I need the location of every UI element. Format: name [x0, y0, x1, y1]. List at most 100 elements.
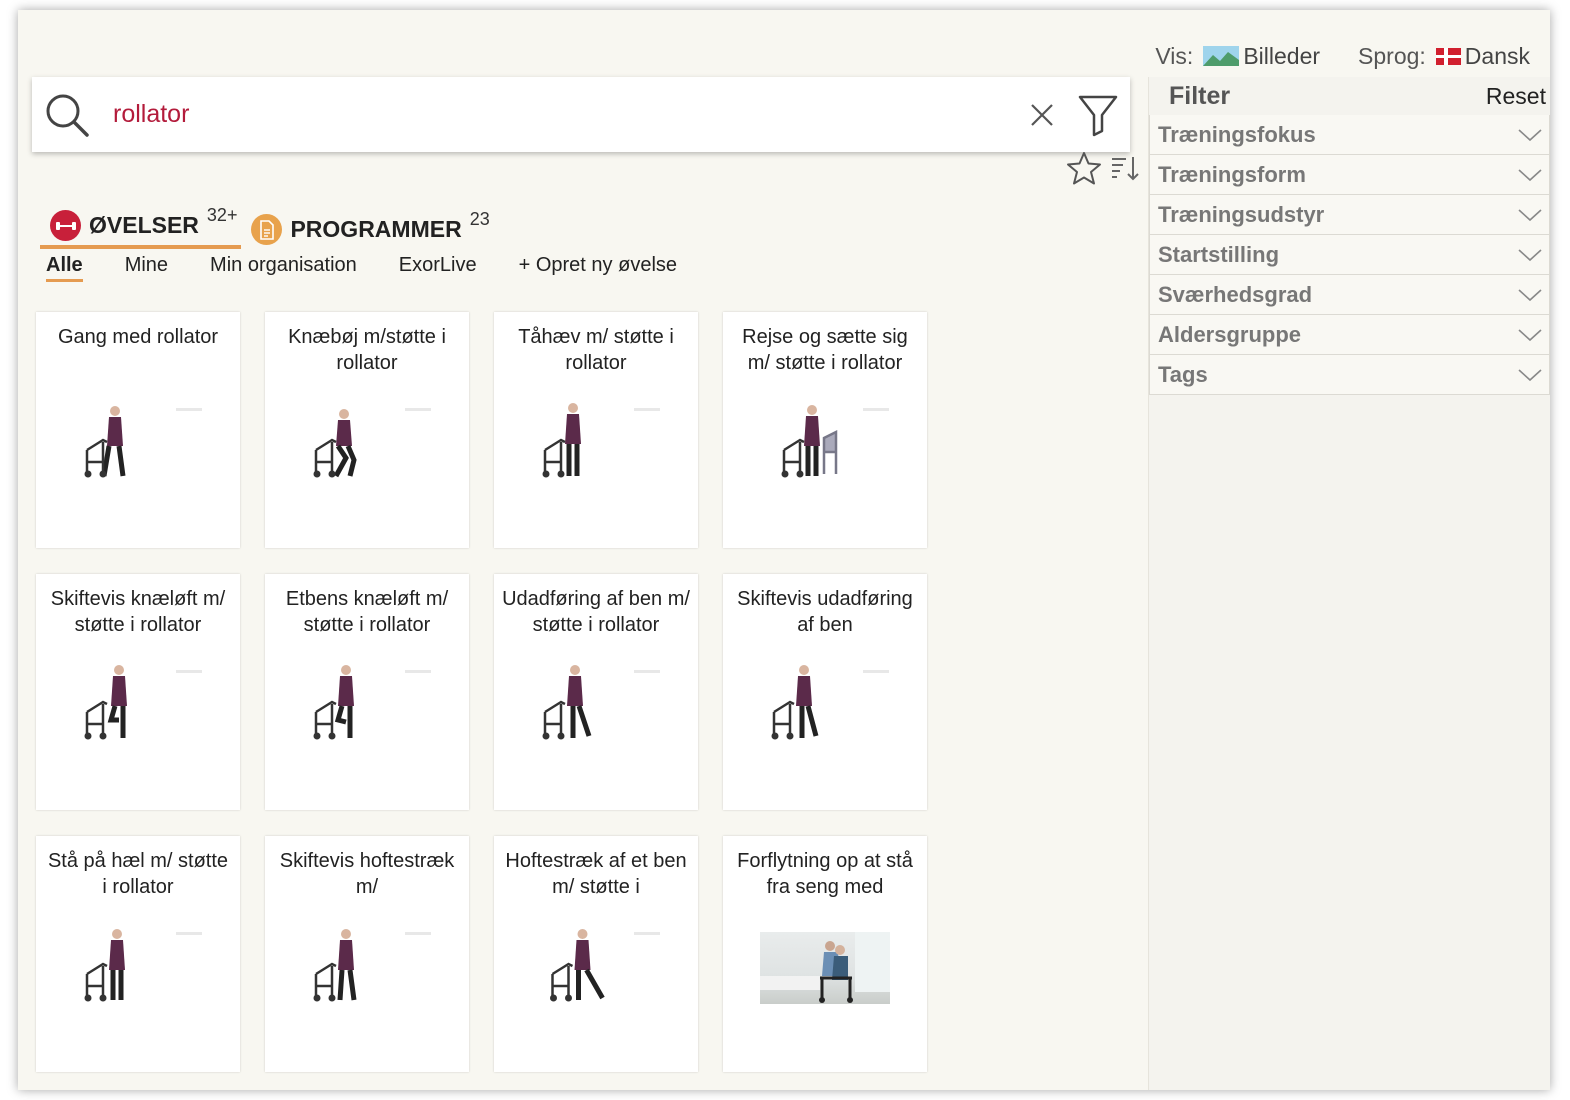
language-selector[interactable]: Sprog: Dansk: [1358, 43, 1530, 70]
filter-start-position[interactable]: Startstilling: [1149, 235, 1550, 275]
exercise-card[interactable]: Knæbøj m/støtte i rollator: [265, 312, 469, 548]
watermark: [863, 408, 889, 411]
filter-header: Filter Reset: [1149, 77, 1550, 115]
filter-label: Træningsform: [1158, 161, 1306, 187]
chevron-down-icon: [1518, 288, 1542, 301]
exercise-title: Forflytning op at stå fra seng med: [737, 850, 913, 898]
search-bar: rollator: [32, 77, 1130, 152]
filter-label: Startstilling: [1158, 241, 1280, 267]
watermark: [405, 932, 431, 935]
exercise-title: Hoftestræk af et ben m/ støtte i: [505, 850, 687, 898]
search-input[interactable]: rollator: [113, 100, 1028, 129]
chevron-down-icon: [1518, 248, 1542, 261]
exercise-card[interactable]: Forflytning op at stå fra seng med: [723, 836, 927, 1072]
exercise-card[interactable]: Gang med rollator: [36, 312, 240, 548]
category-tabs: ØVELSER 32+ PROGRAMMER 23: [40, 205, 494, 249]
watermark: [176, 932, 202, 935]
exercise-card[interactable]: Tåhæv m/ støtte i rollator: [494, 312, 698, 548]
exercise-illustration: [84, 665, 127, 740]
exercise-card[interactable]: Udadføring af ben m/ støtte i rollator: [494, 574, 698, 810]
exercise-title: Etbens knæløft m/ støtte i rollator: [285, 588, 449, 636]
filter-label: Sværhedsgrad: [1158, 281, 1313, 307]
exercise-title: Knæbøj m/støtte i rollator: [288, 326, 446, 374]
filter-panel: Filter Reset Træningsfokus Træningsform …: [1148, 77, 1550, 1090]
filter-label: Træningsfokus: [1158, 121, 1316, 147]
watermark: [634, 932, 660, 935]
exercise-card[interactable]: Skiftevis knæløft m/ støtte i rollator: [36, 574, 240, 810]
exercise-illustration: [542, 665, 592, 740]
reset-button[interactable]: Reset: [1486, 83, 1546, 110]
view-label: Vis:: [1155, 42, 1194, 69]
view-value[interactable]: Billeder: [1203, 43, 1320, 70]
filter-training-focus[interactable]: Træningsfokus: [1149, 115, 1550, 155]
app-window: Vis: Billeder Sprog: Dansk rollator ØVEL…: [18, 10, 1550, 1090]
filter-label: Træningsudstyr: [1158, 201, 1325, 227]
subtab-my-organisation[interactable]: Min organisation: [210, 254, 357, 282]
watermark: [176, 408, 202, 411]
filter-title: Filter: [1169, 81, 1231, 110]
exercise-photo: [760, 932, 890, 1004]
tab-exercises-label: ØVELSER: [89, 212, 199, 238]
watermark: [405, 408, 431, 411]
exercise-card[interactable]: Etbens knæløft m/ støtte i rollator: [265, 574, 469, 810]
filter-icon[interactable]: [1076, 93, 1120, 137]
exercise-illustration: [781, 405, 838, 478]
exercise-title: Stå på hæl m/ støtte i rollator: [47, 850, 229, 898]
star-icon[interactable]: [1066, 150, 1102, 186]
document-icon: [251, 214, 283, 245]
filter-difficulty[interactable]: Sværhedsgrad: [1149, 275, 1550, 315]
top-bar: Vis: Billeder Sprog: Dansk: [1155, 38, 1530, 74]
exercise-card[interactable]: Skiftevis hoftestræk m/: [265, 836, 469, 1072]
subtab-all[interactable]: Alle: [46, 254, 83, 282]
filter-label: Tags: [1158, 361, 1208, 387]
filter-tags[interactable]: Tags: [1149, 355, 1550, 395]
dumbbell-icon: [50, 210, 81, 241]
filter-label: Aldersgruppe: [1158, 321, 1302, 347]
exercise-illustration: [84, 406, 126, 478]
exercise-card[interactable]: Hoftestræk af et ben m/ støtte i: [494, 836, 698, 1072]
language-label: Sprog:: [1358, 42, 1426, 69]
sort-icon[interactable]: [1110, 154, 1140, 182]
watermark: [863, 670, 889, 673]
tab-exercises-count: 32+: [206, 205, 238, 225]
exercise-illustration: [542, 403, 581, 478]
create-exercise-button[interactable]: + Opret ny øvelse: [519, 254, 677, 282]
exercise-illustration: [84, 929, 125, 1002]
view-selector[interactable]: Vis: Billeder: [1155, 43, 1320, 70]
danish-flag-icon: [1435, 47, 1461, 65]
exercise-card[interactable]: Rejse og sætte sig m/ støtte i rollator: [723, 312, 927, 548]
exercise-card[interactable]: Skiftevis udadføring af ben: [723, 574, 927, 810]
image-icon: [1203, 46, 1240, 66]
watermark: [634, 408, 660, 411]
bed-transfer-image: [760, 932, 890, 1003]
language-value-text: Dansk: [1464, 42, 1530, 69]
filter-training-form[interactable]: Træningsform: [1149, 155, 1550, 195]
chevron-down-icon: [1518, 208, 1542, 221]
exercise-title: Tåhæv m/ støtte i rollator: [518, 326, 674, 374]
filter-equipment[interactable]: Træningsudstyr: [1149, 195, 1550, 235]
exercise-title: Udadføring af ben m/ støtte i rollator: [502, 588, 690, 636]
toolbar: [1066, 150, 1140, 186]
watermark: [634, 670, 660, 673]
subtab-mine[interactable]: Mine: [125, 254, 168, 282]
tab-exercises[interactable]: ØVELSER 32+: [40, 205, 242, 249]
exercise-card[interactable]: Stå på hæl m/ støtte i rollator: [36, 836, 240, 1072]
filter-age-group[interactable]: Aldersgruppe: [1149, 315, 1550, 355]
chevron-down-icon: [1518, 328, 1542, 341]
search-icon: [46, 94, 89, 137]
watermark: [176, 670, 202, 673]
exercise-illustration: [313, 409, 357, 478]
exercise-illustration: [313, 665, 354, 740]
language-value[interactable]: Dansk: [1435, 42, 1530, 70]
exercise-title: Skiftevis knæløft m/ støtte i rollator: [50, 588, 226, 636]
watermark: [405, 670, 431, 673]
exercise-title: Skiftevis hoftestræk m/: [279, 850, 455, 898]
exercise-title: Gang med rollator: [57, 326, 219, 348]
close-icon[interactable]: [1028, 101, 1056, 129]
subtab-exorlive[interactable]: ExorLive: [399, 254, 477, 282]
exercise-illustration: [771, 665, 819, 740]
chevron-down-icon: [1518, 128, 1542, 141]
exercise-illustration: [313, 929, 357, 1002]
chevron-down-icon: [1518, 168, 1542, 181]
tab-programs[interactable]: PROGRAMMER 23: [241, 209, 493, 249]
